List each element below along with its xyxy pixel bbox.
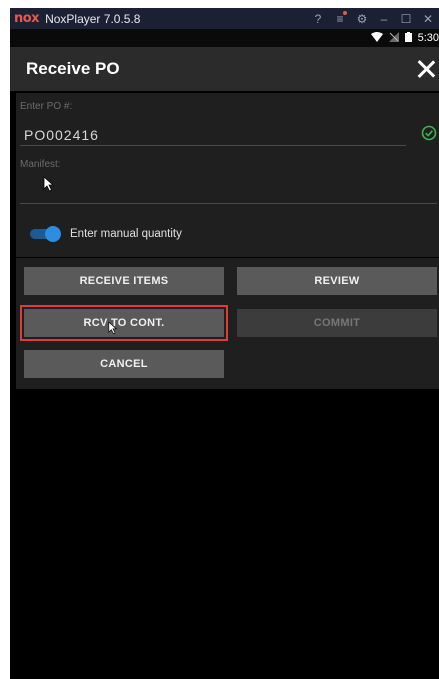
battery-icon [404,31,412,45]
cancel-button[interactable]: CANCEL [24,350,224,378]
maximize-icon[interactable]: ☐ [395,12,417,26]
manual-quantity-label: Enter manual quantity [70,228,182,240]
review-button[interactable]: REVIEW [237,267,437,295]
receive-items-button[interactable]: RECEIVE ITEMS [24,267,224,295]
po-input[interactable]: PO002416 [24,127,99,143]
menu-icon[interactable]: ≡ [329,10,351,26]
toggle-knob [45,226,61,242]
nox-logo: nox [14,11,40,26]
manifest-input-underline [20,203,437,204]
help-icon[interactable]: ? [307,12,329,26]
page-title: Receive PO [26,59,120,78]
po-label: Enter PO #: [20,101,73,112]
settings-icon[interactable]: ⚙ [351,12,373,26]
commit-button[interactable]: COMMIT [237,309,437,337]
manual-quantity-toggle[interactable] [30,226,61,242]
manifest-label: Manifest: [20,159,61,170]
rcv-to-cont-button[interactable]: RCV TO CONT. [20,305,228,341]
screen-body: Enter PO #: PO002416 Manifest: Enter man… [10,91,439,679]
action-buttons-panel: RECEIVE ITEMS REVIEW RCV TO CONT. COMMIT… [16,258,439,389]
window-controls: ? ≡ ⚙ – ☐ ✕ [307,8,439,29]
check-circle-icon [421,125,437,141]
wifi-icon [370,31,383,45]
close-icon[interactable] [415,58,437,80]
window-close-icon[interactable]: ✕ [417,12,439,26]
signal-icon [388,31,399,45]
emulator-titlebar: nox NoxPlayer 7.0.5.8 ? ≡ ⚙ – ☐ ✕ [10,8,439,29]
minimize-icon[interactable]: – [373,12,395,26]
android-status-bar: 5:30 [10,29,439,47]
po-form: Enter PO #: PO002416 Manifest: Enter man… [16,93,439,257]
app-header: Receive PO [10,47,439,91]
po-input-underline [20,145,406,146]
emulator-title: NoxPlayer 7.0.5.8 [45,11,141,26]
status-time: 5:30 [417,32,439,44]
